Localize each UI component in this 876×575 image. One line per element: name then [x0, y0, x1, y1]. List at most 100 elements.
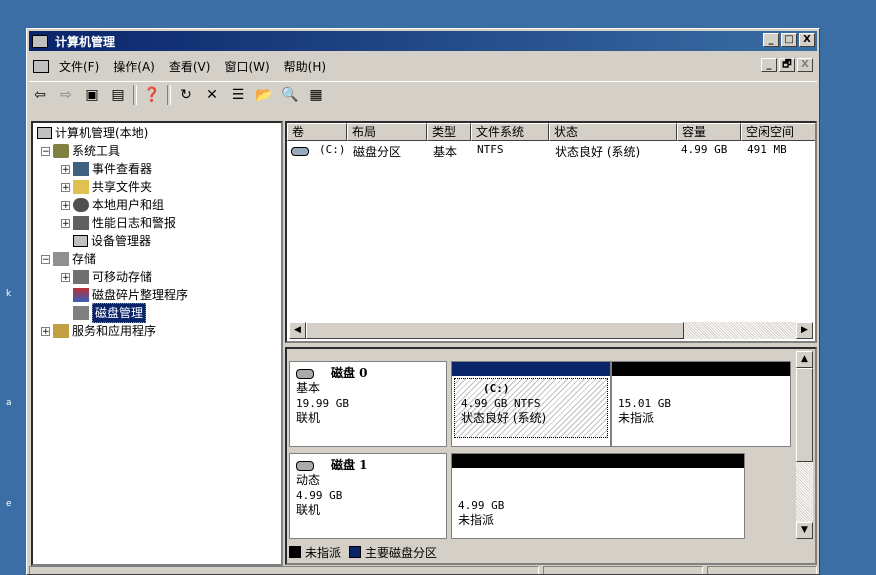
cell-capacity: 4.99 GB	[681, 143, 728, 156]
unallocated-0-status: 未指派	[618, 411, 655, 425]
column-header-capacity[interactable]: 容量	[677, 123, 741, 141]
tree-label-defrag: 磁盘碎片整理程序	[92, 288, 189, 302]
tree-item-shared-folders[interactable]: + 共享文件夹	[61, 178, 152, 196]
scroll-right-icon[interactable]: ▶	[796, 322, 813, 339]
desktop-text-e: e	[6, 499, 12, 509]
cell-type: 基本	[433, 145, 458, 159]
disk-1-kind: 动态	[296, 473, 321, 487]
title-bar[interactable]: 计算机管理 _ □ X	[29, 31, 817, 51]
open-folder-icon[interactable]: 📂	[253, 84, 275, 106]
tree-item-removable-storage[interactable]: + 可移动存储	[61, 268, 152, 286]
maximize-button[interactable]: □	[781, 33, 797, 47]
cell-filesystem: NTFS	[477, 143, 504, 156]
search-icon[interactable]: 🔍	[279, 84, 301, 106]
options-icon[interactable]: ▦	[305, 84, 327, 106]
help-icon[interactable]: ❓	[141, 84, 163, 106]
volume-list: 卷 布局 类型 文件系统 状态 容量 空闲空间 (C:) 磁盘分区 基本 NTF…	[285, 121, 817, 343]
storage-icon	[53, 252, 69, 266]
column-header-filesystem[interactable]: 文件系统	[471, 123, 549, 141]
close-button[interactable]: X	[799, 33, 815, 47]
vertical-scrollbar[interactable]: ▲ ▼	[796, 351, 813, 539]
disk-0-info[interactable]: 磁盘 0 基本 19.99 GB 联机	[289, 361, 447, 447]
disk-1-name: 磁盘 1	[331, 458, 368, 472]
menu-help[interactable]: 帮助(H)	[277, 58, 333, 75]
column-header-status[interactable]: 状态	[549, 123, 677, 141]
tree-item-services[interactable]: + 服务和应用程序	[41, 322, 156, 340]
expand-icon[interactable]: +	[61, 182, 70, 192]
volume-icon	[291, 147, 309, 156]
column-header-type[interactable]: 类型	[427, 123, 471, 141]
expand-icon[interactable]: +	[61, 200, 70, 210]
column-header-layout[interactable]: 布局	[347, 123, 427, 141]
refresh-icon[interactable]: ↻	[175, 84, 197, 106]
expand-icon[interactable]: +	[61, 218, 70, 228]
minimize-button[interactable]: _	[763, 33, 779, 47]
scroll-thumb[interactable]	[796, 368, 813, 462]
tree-label-shared-folders: 共享文件夹	[92, 180, 153, 194]
show-hide-tree-icon[interactable]: ▤	[107, 84, 129, 106]
expand-icon[interactable]: +	[61, 272, 70, 282]
menu-file[interactable]: 文件(F)	[52, 58, 106, 75]
tree-item-storage[interactable]: − 存储	[41, 250, 96, 268]
scroll-thumb[interactable]	[306, 322, 684, 339]
tree-item-system-tools[interactable]: − 系统工具	[41, 142, 120, 160]
expand-icon[interactable]: +	[41, 326, 50, 336]
partition-unallocated-disk-0[interactable]: 15.01 GB 未指派	[611, 361, 791, 447]
tree-item-local-users[interactable]: + 本地用户和组	[61, 196, 164, 214]
tree-label-system-tools: 系统工具	[72, 144, 121, 158]
tools-icon	[53, 144, 69, 158]
disk-0-size: 19.99 GB	[296, 397, 349, 410]
toolbar-separator	[167, 85, 171, 105]
column-header-volume[interactable]: 卷	[287, 123, 347, 141]
expand-icon[interactable]: +	[61, 164, 70, 174]
horizontal-scrollbar[interactable]: ◀ ▶	[289, 322, 813, 339]
scroll-up-icon[interactable]: ▲	[796, 351, 813, 368]
collapse-icon[interactable]: −	[41, 254, 50, 264]
services-icon	[53, 324, 69, 338]
tree-item-root[interactable]: 计算机管理(本地)	[37, 124, 148, 142]
back-icon[interactable]: ⇦	[29, 84, 51, 106]
disk-1-info[interactable]: 磁盘 1 动态 4.99 GB 联机	[289, 453, 447, 539]
collapse-icon[interactable]: −	[41, 146, 50, 156]
tree-item-perf-logs[interactable]: + 性能日志和警报	[61, 214, 176, 232]
tree-item-defrag[interactable]: 磁盘碎片整理程序	[73, 286, 188, 304]
cell-layout: 磁盘分区	[353, 145, 402, 159]
status-bar	[29, 566, 817, 574]
shared-folder-icon	[73, 180, 89, 194]
menu-window[interactable]: 窗口(W)	[217, 58, 276, 75]
tree-label-local-users: 本地用户和组	[92, 198, 165, 212]
menu-action[interactable]: 操作(A)	[106, 58, 162, 75]
child-close-button[interactable]: X	[797, 58, 813, 72]
delete-icon[interactable]: ✕	[201, 84, 223, 106]
partition-c[interactable]: (C:) 4.99 GB NTFS 状态良好 (系统)	[451, 361, 611, 447]
partition-c-label: (C:)	[483, 382, 510, 395]
tree-label-root: 计算机管理(本地)	[55, 126, 149, 140]
desktop-text-a: a	[6, 398, 12, 408]
menu-view[interactable]: 查看(V)	[162, 58, 218, 75]
child-minimize-button[interactable]: _	[761, 58, 777, 72]
legend: 未指派 主要磁盘分区	[289, 543, 437, 561]
tree-item-device-manager[interactable]: 设备管理器	[73, 232, 151, 250]
console-tree: 计算机管理(本地) − 系统工具 + 事件查看器 + 共享文件夹 + 本地用户和…	[31, 121, 283, 566]
disk-management-icon	[73, 306, 89, 320]
column-header-free-space[interactable]: 空闲空间	[741, 123, 815, 141]
tree-label-services: 服务和应用程序	[72, 324, 157, 338]
tree-label-event-viewer: 事件查看器	[92, 162, 153, 176]
up-level-icon[interactable]: ▣	[81, 84, 103, 106]
tree-item-disk-management[interactable]: 磁盘管理	[73, 303, 147, 323]
scroll-left-icon[interactable]: ◀	[289, 322, 306, 339]
tree-item-event-viewer[interactable]: + 事件查看器	[61, 160, 152, 178]
desktop-text-k: k	[6, 289, 12, 299]
child-restore-button[interactable]: 🗗	[779, 58, 795, 72]
removable-storage-icon	[73, 270, 89, 284]
forward-icon[interactable]: ⇨	[55, 84, 77, 106]
unallocated-1-status: 未指派	[458, 513, 495, 527]
legend-swatch-unallocated	[289, 546, 301, 558]
partition-unallocated-disk-1[interactable]: 4.99 GB 未指派	[451, 453, 745, 539]
defrag-icon	[73, 288, 89, 302]
performance-icon	[73, 216, 89, 230]
primary-partition-bar	[452, 362, 610, 376]
legend-swatch-primary	[349, 546, 362, 558]
properties-icon[interactable]: ☰	[227, 84, 249, 106]
scroll-down-icon[interactable]: ▼	[796, 522, 813, 539]
